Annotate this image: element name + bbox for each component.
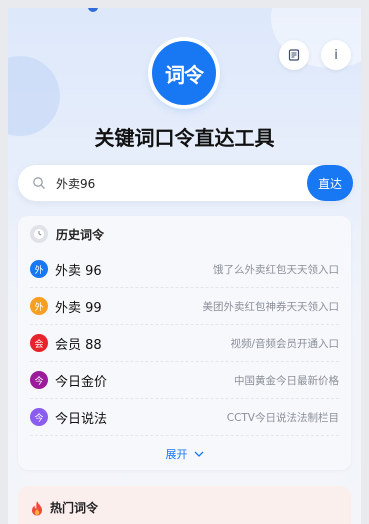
history-title: 历史词令	[56, 227, 105, 242]
page-title: 关键词口令直达工具	[94, 126, 275, 150]
keyword-badge: 今	[30, 371, 48, 389]
search-input[interactable]	[56, 165, 296, 201]
keyword-badge: 今	[30, 408, 48, 426]
expand-button[interactable]: 展开	[18, 446, 351, 462]
keyword-description: CCTV今日说法法制栏目	[226, 411, 339, 424]
keyword-name: 会员 88	[55, 337, 102, 353]
app-page: 词令 i 关键词口令直达工具 直达 历史词令	[8, 8, 361, 524]
status-indicator-icon	[88, 8, 98, 12]
keyword-name: 外卖 96	[55, 263, 102, 279]
keyword-description: 饿了么外卖红包天天领入口	[213, 263, 339, 276]
keyword-description: 美团外卖红包神券天天领入口	[202, 300, 340, 313]
search-bar: 直达	[18, 165, 353, 201]
chevron-down-icon	[194, 451, 203, 457]
keyword-badge: 会	[30, 334, 48, 352]
app-logo: 词令	[152, 41, 216, 105]
history-item[interactable]: 外 外卖 99 美团外卖红包神券天天领入口	[30, 288, 339, 325]
expand-label: 展开	[165, 448, 188, 461]
keyword-name: 外卖 99	[55, 300, 102, 316]
history-header: 历史词令	[30, 225, 104, 243]
history-item[interactable]: 今 今日金价 中国黄金今日最新价格	[30, 362, 339, 399]
clock-icon	[30, 225, 48, 243]
document-icon	[288, 49, 300, 61]
history-item[interactable]: 会 会员 88 视频/音频会员开通入口	[30, 325, 339, 362]
history-item[interactable]: 外 外卖 96 饿了么外卖红包天天领入口	[30, 251, 339, 288]
keyword-description: 视频/音频会员开通入口	[230, 337, 339, 350]
info-button[interactable]: i	[321, 40, 351, 70]
keyword-description: 中国黄金今日最新价格	[234, 374, 339, 387]
hot-header: 热门词令	[30, 499, 98, 516]
history-record-button[interactable]	[279, 40, 309, 70]
info-icon: i	[334, 47, 338, 63]
keyword-badge: 外	[30, 260, 48, 278]
status-bar	[8, 8, 361, 12]
search-icon	[33, 177, 45, 189]
keyword-name: 今日金价	[55, 374, 108, 390]
keyword-name: 今日说法	[55, 411, 108, 427]
history-card: 历史词令 外 外卖 96 饿了么外卖红包天天领入口 外 外卖 99 美团外卖红包…	[18, 216, 351, 470]
keyword-badge: 外	[30, 297, 48, 315]
history-item[interactable]: 今 今日说法 CCTV今日说法法制栏目	[30, 399, 339, 436]
hot-title: 热门词令	[50, 501, 99, 515]
fire-icon	[32, 500, 42, 515]
search-go-button[interactable]: 直达	[307, 165, 353, 201]
hot-keywords-card: 热门词令	[18, 486, 351, 524]
